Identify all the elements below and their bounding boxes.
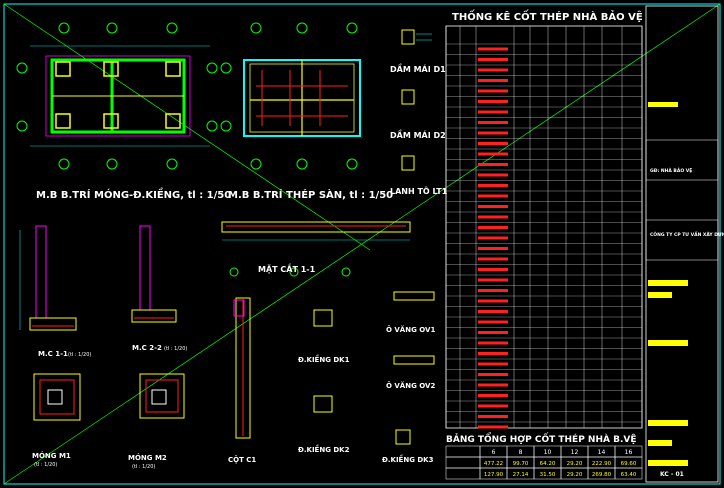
summary-header-cell: 12 — [571, 449, 579, 456]
rebar-shape-mark — [478, 121, 508, 124]
rebar-shape-mark — [478, 394, 508, 397]
summary-value-cell: 63.40 — [621, 472, 637, 478]
footing-m1-title: MÓNG M1 — [32, 451, 71, 460]
rebar-shape-mark — [478, 100, 508, 103]
rebar-shape-mark — [478, 215, 508, 219]
column-c1-title: CỘT C1 — [228, 455, 256, 464]
eave-ov1-title: Ô VĂNG OV1 — [386, 325, 435, 334]
rebar-shape-mark — [478, 110, 508, 114]
summary-value-cell: 29.20 — [567, 461, 583, 467]
rebar-shape-mark — [478, 278, 508, 282]
rebar-shape-mark — [478, 383, 508, 387]
rebar-shape-mark — [478, 341, 508, 345]
rebar-schedule-title: THỐNG KÊ CỐT THÉP NHÀ BẢO VỆ — [452, 8, 643, 23]
lintel-title: LANH TÔ LT1 — [390, 185, 448, 196]
mc-2-scale: (tl : 1/20) — [164, 346, 187, 352]
rebar-shape-mark — [478, 58, 508, 61]
foundation-plan-title: M.B B.TRÍ MÓNG-Đ.KIỀNG, tl : 1/50 — [36, 187, 231, 201]
summary-header-cell: 16 — [625, 449, 633, 456]
beam-d1-title: DẦM MÁI D1 — [390, 62, 446, 74]
title-block-drawing-no: KC - 01 — [660, 471, 684, 478]
summary-header-cell: 10 — [544, 449, 552, 456]
rebar-shape-mark — [478, 142, 508, 145]
summary-header-cell: 14 — [598, 449, 606, 456]
summary-table: 6 8 10 12 14 16 477.22 99.70 64.20 29.20 222.90 69.… — [445, 445, 643, 480]
beam-dk1-title: Đ.KIỀNG DK1 — [298, 354, 350, 364]
section-1-1-title: MẶT CẮT 1-1 — [258, 262, 316, 274]
rebar-shape-mark — [478, 299, 508, 303]
summary-value-cell: 29.20 — [567, 472, 583, 478]
summary-value-cell: 99.70 — [513, 461, 529, 467]
title-block-project-note: GĐ: NHÀ BẢO VỆ — [650, 166, 692, 174]
summary-value-cell: 269.80 — [592, 472, 612, 478]
mc-1-title: M.C 1-1 — [38, 350, 68, 358]
rebar-shape-mark — [478, 362, 508, 366]
summary-value-cell: 222.90 — [592, 461, 612, 467]
beam-d2-title: DẦM MÁI D2 — [390, 128, 446, 140]
section-1-1-drawing — [221, 221, 411, 277]
rebar-shape-mark — [478, 425, 508, 429]
mc-2-title: M.C 2-2 — [132, 344, 162, 352]
foundation-plan — [16, 22, 218, 170]
footing-section-2 — [131, 225, 177, 323]
rebar-shape-mark — [478, 194, 508, 198]
beam-dk2-title: Đ.KIỀNG DK2 — [298, 444, 350, 454]
footing-m2-title: MÓNG M2 — [128, 453, 167, 462]
rebar-shape-mark — [478, 373, 508, 376]
summary-value-cell: 31.50 — [540, 472, 556, 478]
footing-m1-scale: (tl : 1/20) — [34, 462, 57, 468]
rebar-shape-mark — [478, 352, 508, 355]
slab-plan — [220, 22, 361, 170]
cross-out-line-2 — [3, 3, 371, 251]
rebar-shape-mark — [478, 173, 508, 177]
summary-value-cell: 27.14 — [513, 472, 529, 478]
mc-1-scale: (tl : 1/20) — [68, 352, 91, 358]
rebar-shape-mark — [478, 226, 508, 229]
rebar-shape-mark — [478, 268, 508, 271]
rebar-shape-mark — [478, 310, 508, 313]
rebar-shape-mark — [478, 289, 508, 292]
rebar-shape-mark — [478, 247, 508, 250]
summary-table-title: BẢNG TỔNG HỢP CỐT THÉP NHÀ B.VỆ — [446, 432, 636, 445]
summary-value-cell: 64.20 — [540, 461, 556, 467]
rebar-shape-mark — [478, 131, 508, 135]
beam-d1-section — [401, 29, 432, 171]
rebar-shape-mark — [478, 257, 508, 261]
rebar-shape-mark — [478, 47, 508, 51]
summary-value-cell: 477.22 — [484, 461, 503, 467]
rebar-shape-mark — [478, 163, 508, 166]
rebar-shape-mark — [478, 415, 508, 418]
summary-value-cell: 127.90 — [484, 472, 504, 478]
footing-m2-plan — [139, 373, 185, 419]
rebar-shape-mark — [478, 152, 508, 156]
cad-drawing-sheet: M.B B.TRÍ MÓNG-Đ.KIỀNG, tl : 1/50 M.B B.… — [3, 3, 724, 485]
beam-dk3-title: Đ.KIỀNG DK3 — [382, 454, 434, 464]
eave-ov2-title: Ô VĂNG OV2 — [386, 381, 435, 390]
slab-plan-title: M.B B.TRÍ THÉP SÀN, tl : 1/50 — [228, 188, 393, 201]
rebar-shape-mark — [478, 404, 508, 408]
rebar-shape-mark — [478, 68, 508, 72]
summary-value-cell: 69.60 — [621, 461, 637, 467]
footing-m1-plan — [33, 373, 81, 421]
column-c1-detail — [233, 297, 251, 439]
summary-header-cell: 6 — [492, 449, 496, 456]
rebar-schedule-table — [445, 25, 643, 429]
footing-m2-scale: (tl : 1/20) — [132, 464, 155, 470]
summary-header-cell: 8 — [519, 449, 523, 456]
rebar-shape-mark — [478, 184, 508, 187]
rebar-shape-mark — [478, 320, 508, 324]
rebar-shape-mark — [478, 205, 508, 208]
title-block-company: CÔNG TY CP TƯ VẤN XÂY DỰNG M.X.D — [650, 230, 724, 238]
rebar-shape-mark — [478, 79, 508, 82]
rebar-shape-mark — [478, 89, 508, 93]
rebar-shape-mark — [478, 331, 508, 334]
title-block — [645, 5, 719, 483]
footing-section-1 — [19, 225, 77, 331]
rebar-shape-mark — [478, 236, 508, 240]
